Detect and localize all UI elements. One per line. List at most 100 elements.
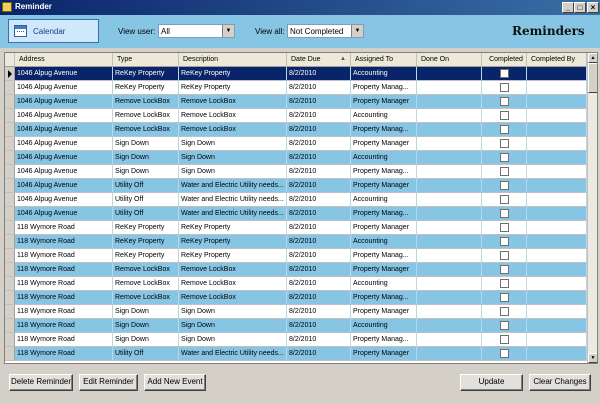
cell-assigned-to[interactable]: Accounting <box>351 109 417 123</box>
row-header[interactable] <box>5 193 15 207</box>
completed-checkbox[interactable] <box>500 335 509 344</box>
cell-address[interactable]: 1046 Alpug Avenue <box>15 109 113 123</box>
cell-description[interactable]: Sign Down <box>179 333 287 347</box>
table-row[interactable]: 1046 Alpug Avenue Utility Off Water and El… <box>5 193 587 207</box>
row-header[interactable] <box>5 305 15 319</box>
completed-checkbox[interactable] <box>500 69 509 78</box>
cell-description[interactable]: Water and Electric Utility needs... <box>179 179 287 193</box>
table-row[interactable]: 1046 Alpug Avenue ReKey Property ReKey Pro… <box>5 67 587 81</box>
cell-type[interactable]: Remove LockBox <box>113 277 179 291</box>
table-row[interactable]: 118 Wymore Road Remove LockBox Remove Lock… <box>5 277 587 291</box>
cell-completed[interactable] <box>482 249 527 263</box>
completed-checkbox[interactable] <box>500 293 509 302</box>
cell-completed-by[interactable] <box>527 123 587 137</box>
calendar-button[interactable]: Calendar <box>8 19 99 43</box>
cell-assigned-to[interactable]: Accounting <box>351 235 417 249</box>
row-header[interactable] <box>5 151 15 165</box>
table-row[interactable]: 118 Wymore Road ReKey Property ReKey Prope… <box>5 249 587 263</box>
cell-address[interactable]: 1046 Alpug Avenue <box>15 151 113 165</box>
cell-description[interactable]: Remove LockBox <box>179 123 287 137</box>
vertical-scrollbar[interactable]: ▲ ▼ <box>587 53 597 363</box>
cell-address[interactable]: 118 Wymore Road <box>15 277 113 291</box>
cell-date-due[interactable]: 8/2/2010 <box>287 179 351 193</box>
cell-completed-by[interactable] <box>527 305 587 319</box>
cell-description[interactable]: Remove LockBox <box>179 277 287 291</box>
column-header-description[interactable]: Description <box>179 53 287 67</box>
cell-type[interactable]: ReKey Property <box>113 249 179 263</box>
cell-completed-by[interactable] <box>527 109 587 123</box>
cell-assigned-to[interactable]: Accounting <box>351 193 417 207</box>
cell-completed-by[interactable] <box>527 165 587 179</box>
cell-completed[interactable] <box>482 319 527 333</box>
cell-completed[interactable] <box>482 291 527 305</box>
completed-checkbox[interactable] <box>500 83 509 92</box>
cell-completed-by[interactable] <box>527 193 587 207</box>
cell-type[interactable]: ReKey Property <box>113 67 179 81</box>
cell-completed-by[interactable] <box>527 291 587 305</box>
table-row[interactable]: 118 Wymore Road Remove LockBox Remove Lock… <box>5 263 587 277</box>
cell-assigned-to[interactable]: Property Manag... <box>351 291 417 305</box>
cell-completed[interactable] <box>482 277 527 291</box>
row-header[interactable] <box>5 221 15 235</box>
row-header[interactable] <box>5 95 15 109</box>
cell-completed-by[interactable] <box>527 137 587 151</box>
completed-checkbox[interactable] <box>500 349 509 358</box>
completed-checkbox[interactable] <box>500 265 509 274</box>
table-row[interactable]: 1046 Alpug Avenue Sign Down Sign Down 8/2/2… <box>5 137 587 151</box>
cell-description[interactable]: ReKey Property <box>179 249 287 263</box>
cell-completed-by[interactable] <box>527 221 587 235</box>
cell-address[interactable]: 118 Wymore Road <box>15 235 113 249</box>
column-header-type[interactable]: Type <box>113 53 179 67</box>
cell-address[interactable]: 1046 Alpug Avenue <box>15 123 113 137</box>
cell-date-due[interactable]: 8/2/2010 <box>287 193 351 207</box>
cell-completed-by[interactable] <box>527 151 587 165</box>
cell-completed[interactable] <box>482 221 527 235</box>
cell-address[interactable]: 118 Wymore Road <box>15 221 113 235</box>
cell-address[interactable]: 1046 Alpug Avenue <box>15 81 113 95</box>
table-row[interactable]: 1046 Alpug Avenue Sign Down Sign Down 8/2/2… <box>5 151 587 165</box>
cell-completed-by[interactable] <box>527 235 587 249</box>
cell-completed-by[interactable] <box>527 263 587 277</box>
cell-description[interactable]: ReKey Property <box>179 235 287 249</box>
cell-completed-by[interactable] <box>527 347 587 361</box>
chevron-down-icon[interactable]: ▼ <box>222 25 234 37</box>
cell-type[interactable]: Sign Down <box>113 319 179 333</box>
cell-description[interactable]: ReKey Property <box>179 67 287 81</box>
cell-completed-by[interactable] <box>527 179 587 193</box>
row-header[interactable] <box>5 123 15 137</box>
cell-assigned-to[interactable]: Property Manager <box>351 347 417 361</box>
column-header-assigned-to[interactable]: Assigned To <box>351 53 417 67</box>
minimize-button[interactable]: _ <box>562 2 574 13</box>
cell-assigned-to[interactable]: Property Manager <box>351 305 417 319</box>
cell-completed[interactable] <box>482 67 527 81</box>
cell-assigned-to[interactable]: Property Manag... <box>351 123 417 137</box>
table-row[interactable]: 1046 Alpug Avenue Remove LockBox Remove Lo… <box>5 123 587 137</box>
table-row[interactable]: 1046 Alpug Avenue ReKey Property ReKey Pro… <box>5 81 587 95</box>
table-row[interactable]: 118 Wymore Road Sign Down Sign Down 8/2/201… <box>5 305 587 319</box>
table-row[interactable]: 118 Wymore Road ReKey Property ReKey Prope… <box>5 221 587 235</box>
cell-done-on[interactable] <box>417 319 482 333</box>
cell-date-due[interactable]: 8/2/2010 <box>287 207 351 221</box>
cell-address[interactable]: 118 Wymore Road <box>15 305 113 319</box>
view-all-select[interactable]: Not Completed ▼ <box>287 24 364 38</box>
cell-completed[interactable] <box>482 193 527 207</box>
cell-done-on[interactable] <box>417 333 482 347</box>
completed-checkbox[interactable] <box>500 209 509 218</box>
cell-address[interactable]: 118 Wymore Road <box>15 319 113 333</box>
cell-done-on[interactable] <box>417 165 482 179</box>
cell-assigned-to[interactable]: Property Manager <box>351 263 417 277</box>
cell-type[interactable]: Sign Down <box>113 137 179 151</box>
cell-completed[interactable] <box>482 123 527 137</box>
cell-type[interactable]: Remove LockBox <box>113 263 179 277</box>
cell-completed-by[interactable] <box>527 67 587 81</box>
cell-assigned-to[interactable]: Accounting <box>351 67 417 81</box>
cell-type[interactable]: Utility Off <box>113 207 179 221</box>
cell-address[interactable]: 1046 Alpug Avenue <box>15 179 113 193</box>
completed-checkbox[interactable] <box>500 223 509 232</box>
completed-checkbox[interactable] <box>500 181 509 190</box>
cell-description[interactable]: ReKey Property <box>179 81 287 95</box>
cell-type[interactable]: Remove LockBox <box>113 291 179 305</box>
cell-description[interactable]: Sign Down <box>179 165 287 179</box>
cell-done-on[interactable] <box>417 81 482 95</box>
reminders-grid[interactable]: Address Type Description Date Due ▲ Assigned … <box>4 52 598 364</box>
